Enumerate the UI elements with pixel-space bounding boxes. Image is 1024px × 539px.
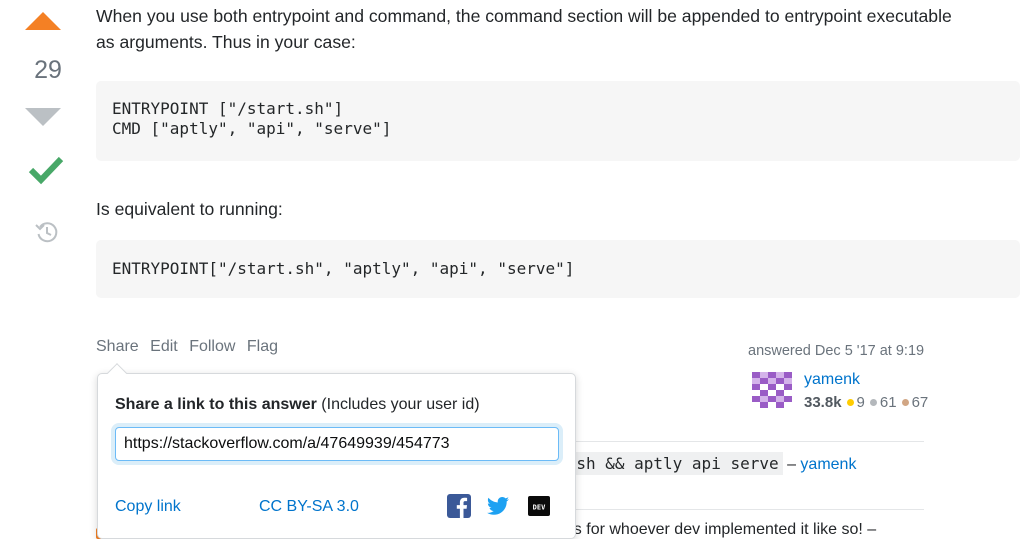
dev-icon[interactable]: DEV <box>527 494 551 518</box>
license-link[interactable]: CC BY-SA 3.0 <box>259 498 359 516</box>
user-info: yamenk 33.8k 9 61 67 <box>748 370 1020 411</box>
code-line: CMD ["aptly", "api", "serve"] <box>112 119 392 138</box>
answer-paragraph-1: When you use both entrypoint and command… <box>96 6 952 52</box>
code-line: ENTRYPOINT ["/start.sh"] <box>112 99 344 118</box>
comment: elings for whoever dev implemented it li… <box>540 521 877 538</box>
answered-timestamp: answered Dec 5 '17 at 9:19 <box>748 343 925 359</box>
share-title-bold: Share a link to this answer <box>115 396 317 413</box>
follow-link[interactable]: Follow <box>189 338 235 355</box>
user-signature: answered Dec 5 '17 at 9:19 yamenk 33.8k … <box>748 343 1020 411</box>
share-url-input[interactable] <box>115 427 559 461</box>
share-popup-title: Share a link to this answer (Includes yo… <box>115 396 480 414</box>
user-name-link[interactable]: yamenk <box>804 371 860 389</box>
accepted-checkmark-icon <box>28 156 64 185</box>
edit-link[interactable]: Edit <box>150 338 178 355</box>
twitter-icon[interactable] <box>486 494 510 518</box>
silver-badge-icon <box>869 399 877 407</box>
vote-count: 29 <box>34 56 62 84</box>
facebook-icon[interactable] <box>447 494 471 518</box>
answer-paragraph-2: Is equivalent to running: <box>96 199 283 219</box>
code-line: ENTRYPOINT["/start.sh", "aptly", "api", … <box>112 259 575 278</box>
gold-badge-count: 9 <box>856 394 865 411</box>
code-block-2: ENTRYPOINT["/start.sh", "aptly", "api", … <box>96 240 1020 298</box>
code-block-1: ENTRYPOINT ["/start.sh"] CMD ["aptly", "a… <box>96 81 1020 161</box>
reputation-score: 33.8k <box>804 394 842 411</box>
comment-separator: – <box>782 456 801 473</box>
bronze-badge-count: 67 <box>911 394 929 411</box>
upvote-arrow-icon[interactable] <box>25 12 61 30</box>
silver-badge-count: 61 <box>879 394 897 411</box>
avatar[interactable] <box>748 370 796 410</box>
user-reputation: 33.8k 9 61 67 <box>804 394 928 411</box>
downvote-arrow-icon[interactable] <box>25 108 61 126</box>
vote-cell: 29 <box>0 0 96 539</box>
share-link[interactable]: Share <box>96 338 139 355</box>
bronze-badge-icon <box>901 399 909 407</box>
flag-link[interactable]: Flag <box>247 338 278 355</box>
share-popup: Share a link to this answer (Includes yo… <box>97 363 576 539</box>
history-icon[interactable] <box>34 219 60 245</box>
copy-link-button[interactable]: Copy link <box>115 498 181 516</box>
svg-text:DEV: DEV <box>533 504 546 512</box>
post-menu: Share Edit Follow Flag <box>96 338 285 356</box>
popup-arrow <box>107 363 127 383</box>
gold-badge-icon <box>846 399 854 407</box>
share-title-note: (Includes your user id) <box>316 396 480 413</box>
comment-user-link[interactable]: yamenk <box>800 456 856 473</box>
